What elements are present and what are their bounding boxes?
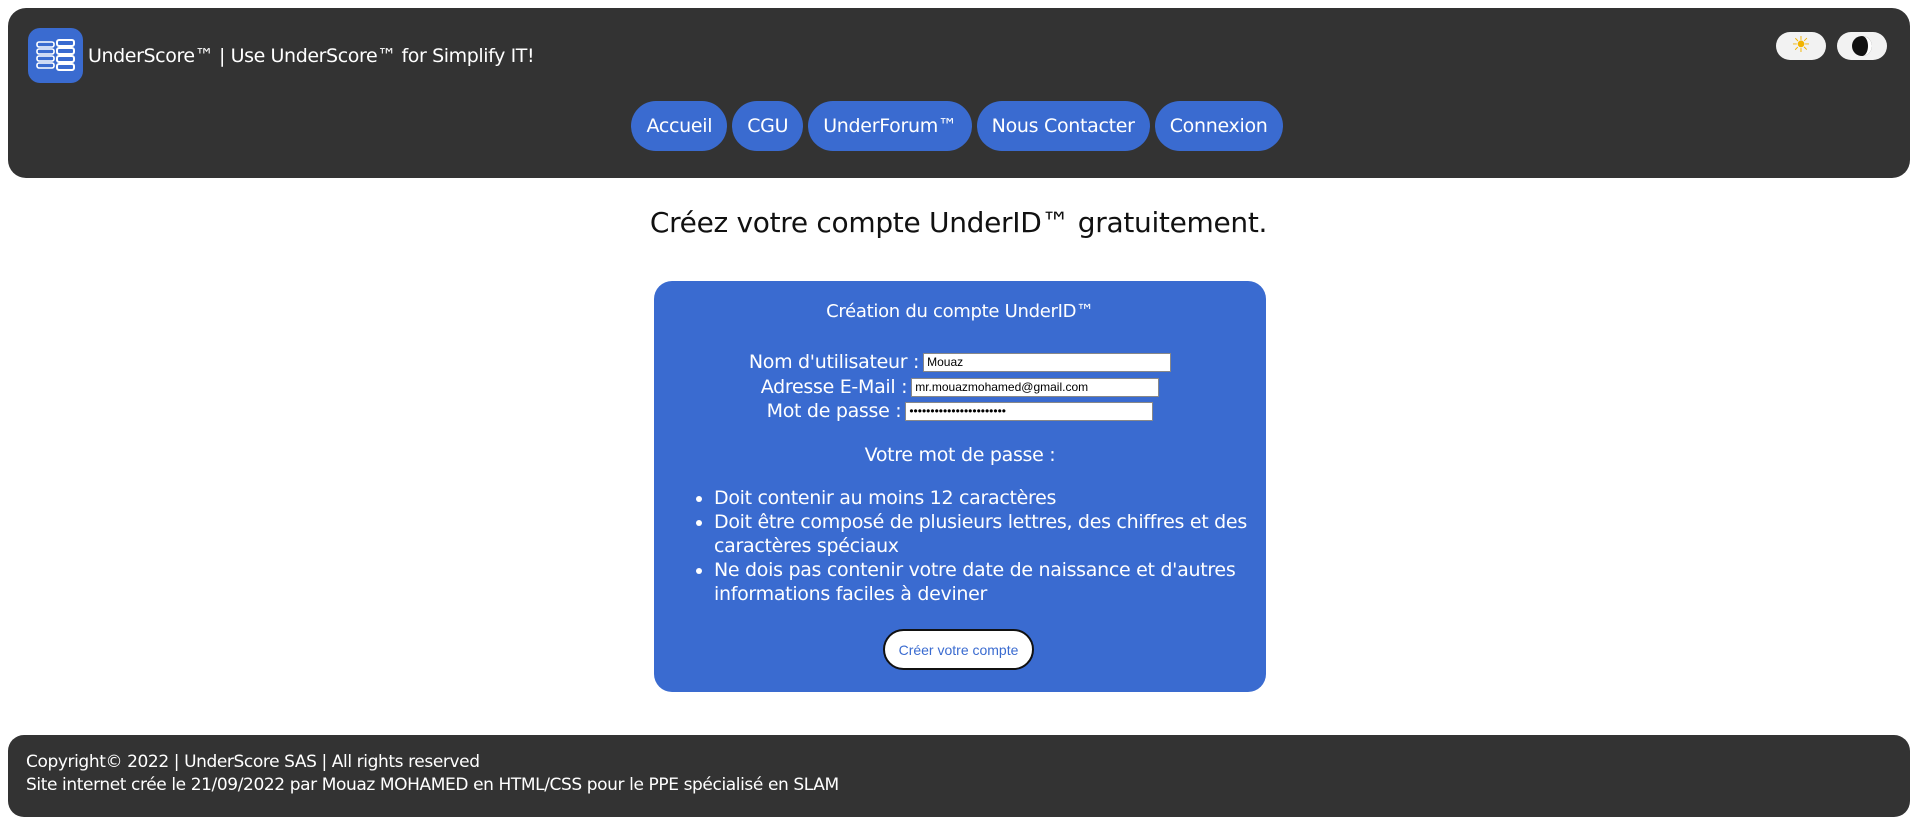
password-rules-heading: Votre mot de passe : xyxy=(864,444,1056,466)
password-label: Mot de passe : xyxy=(766,400,902,422)
list-item: Doit contenir au moins 12 caractères xyxy=(714,486,1254,510)
dark-theme-button[interactable] xyxy=(1837,32,1887,60)
email-label: Adresse E-Mail : xyxy=(760,376,908,398)
nav-accueil[interactable]: Accueil xyxy=(631,101,728,151)
list-item: Ne dois pas contenir votre date de naiss… xyxy=(714,558,1254,606)
username-row: Nom d'utilisateur : xyxy=(654,350,1266,374)
password-row: Mot de passe : xyxy=(654,399,1266,423)
light-theme-button[interactable]: ☀ xyxy=(1776,32,1826,60)
nav-cgu[interactable]: CGU xyxy=(732,101,804,151)
email-input[interactable] xyxy=(911,377,1160,397)
nav-nous-contacter[interactable]: Nous Contacter xyxy=(976,101,1150,151)
username-input[interactable] xyxy=(923,352,1172,372)
half-moon-icon xyxy=(1852,36,1872,56)
page-title: Créez votre compte UnderID™ gratuitement… xyxy=(649,206,1268,239)
nav-connexion[interactable]: Connexion xyxy=(1154,101,1283,151)
site-footer: Copyright© 2022 | UnderScore SAS | All r… xyxy=(8,735,1910,817)
create-account-button[interactable]: Créer votre compte xyxy=(883,629,1034,670)
site-credits-text: Site internet crée le 21/09/2022 par Mou… xyxy=(26,775,839,795)
password-rules-list: Doit contenir au moins 12 caractères Doi… xyxy=(694,486,1254,606)
site-header: UnderScore™ | Use UnderScore™ for Simpli… xyxy=(8,8,1910,178)
site-title: UnderScore™ | Use UnderScore™ for Simpli… xyxy=(88,45,535,67)
copyright-text: Copyright© 2022 | UnderScore SAS | All r… xyxy=(26,752,480,772)
main-nav: Accueil CGU UnderForum™ Nous Contacter C… xyxy=(8,101,1910,153)
list-item: Doit être composé de plusieurs lettres, … xyxy=(714,510,1254,558)
sun-icon: ☀ xyxy=(1791,33,1811,58)
signup-form-card: Création du compte UnderID™ Nom d'utilis… xyxy=(654,281,1266,692)
username-label: Nom d'utilisateur : xyxy=(748,351,920,373)
logo-icon[interactable] xyxy=(28,28,83,83)
password-input[interactable] xyxy=(905,401,1154,421)
nav-underforum[interactable]: UnderForum™ xyxy=(808,101,972,151)
form-title: Création du compte UnderID™ xyxy=(826,301,1094,322)
email-row: Adresse E-Mail : xyxy=(654,375,1266,399)
